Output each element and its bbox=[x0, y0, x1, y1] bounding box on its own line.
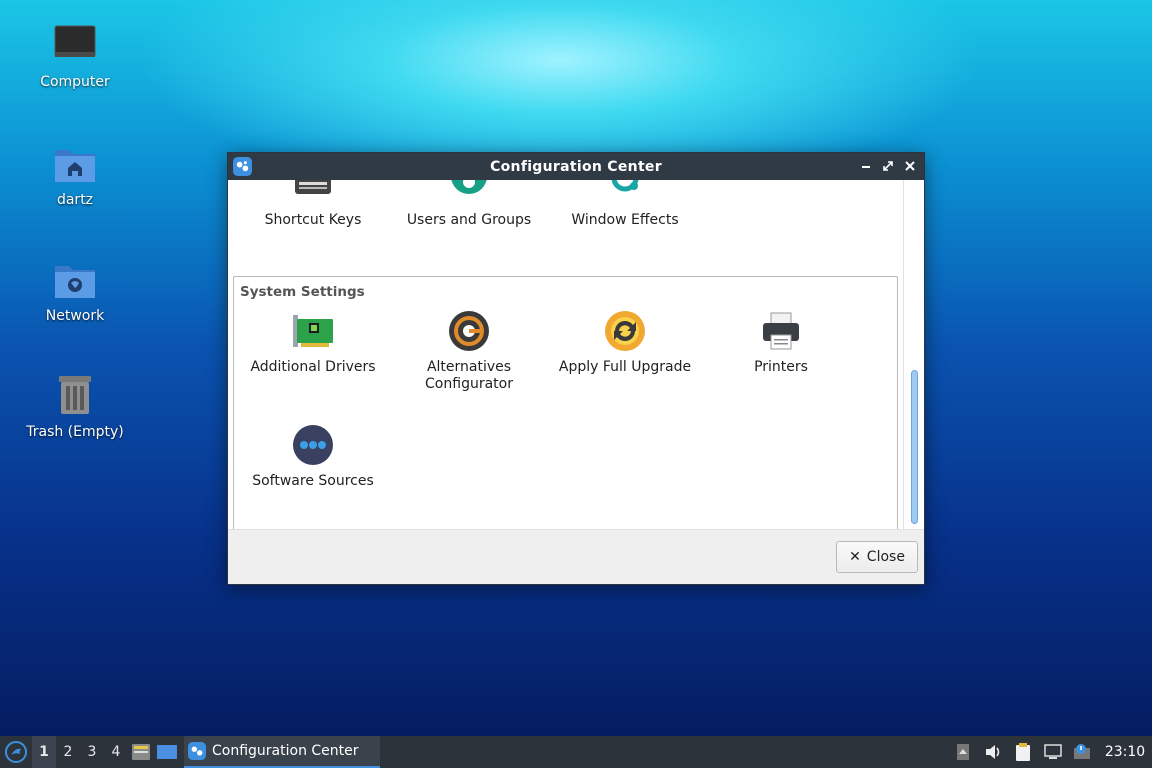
window-footer: ✕ Close bbox=[228, 529, 924, 584]
computer-icon bbox=[54, 25, 96, 57]
configuration-center-icon bbox=[233, 157, 252, 176]
desktop-icon-network[interactable]: Network bbox=[15, 256, 135, 324]
item-label: Software Sources bbox=[252, 473, 374, 489]
divider bbox=[903, 180, 904, 531]
item-label: Users and Groups bbox=[406, 212, 532, 228]
network-button[interactable] bbox=[1038, 736, 1068, 768]
item-users-and-groups[interactable]: Users and Groups bbox=[394, 180, 544, 229]
item-label: Printers bbox=[754, 359, 808, 375]
taskbar: 1 2 3 4 Configuration Center 23:10 bbox=[0, 736, 1152, 768]
minimize-icon bbox=[862, 166, 870, 168]
desktop-icon-label: Trash (Empty) bbox=[26, 424, 124, 440]
window-effects-icon bbox=[611, 180, 639, 192]
trash-icon bbox=[59, 376, 91, 414]
desktop-icon-label: dartz bbox=[56, 192, 94, 208]
item-alternatives-configurator[interactable]: Alternatives Configurator bbox=[394, 309, 544, 393]
home-folder-icon bbox=[55, 150, 95, 182]
software-sources-icon bbox=[293, 425, 333, 465]
close-icon: ✕ bbox=[849, 549, 861, 565]
item-label: Additional Drivers bbox=[250, 359, 376, 375]
network-icon bbox=[1044, 744, 1062, 759]
settings-panel[interactable]: Shortcut Keys Users and Groups Window Ef… bbox=[228, 180, 924, 531]
keyboard-icon bbox=[295, 180, 331, 194]
file-manager-launcher[interactable] bbox=[128, 736, 154, 768]
close-window-button[interactable] bbox=[902, 158, 918, 174]
configuration-center-window: Configuration Center Shortcut Keys Users… bbox=[227, 152, 925, 585]
desktop-icon-computer[interactable]: Computer bbox=[15, 22, 135, 90]
clipboard-button[interactable] bbox=[1008, 736, 1038, 768]
minimize-button[interactable] bbox=[858, 158, 874, 174]
volume-button[interactable] bbox=[978, 736, 1008, 768]
item-label: Alternatives Configurator bbox=[425, 359, 513, 392]
desktop-icon-label: Computer bbox=[40, 74, 110, 90]
desktop-icon-trash[interactable]: Trash (Empty) bbox=[15, 372, 135, 440]
vertical-scrollbar[interactable] bbox=[911, 370, 918, 524]
configuration-center-icon bbox=[188, 742, 206, 760]
alternatives-icon bbox=[449, 311, 489, 351]
users-icon bbox=[451, 180, 487, 194]
tray-expand-button[interactable] bbox=[948, 736, 978, 768]
clipboard-icon bbox=[1016, 743, 1030, 761]
network-folder-icon bbox=[55, 266, 95, 298]
close-button-label: Close bbox=[866, 549, 905, 565]
window-title: Configuration Center bbox=[490, 158, 662, 175]
hardware-card-icon bbox=[293, 315, 333, 347]
task-configuration-center[interactable]: Configuration Center bbox=[184, 736, 380, 768]
item-additional-drivers[interactable]: Additional Drivers bbox=[238, 309, 388, 376]
item-shortcut-keys[interactable]: Shortcut Keys bbox=[238, 180, 388, 229]
workspace-2[interactable]: 2 bbox=[56, 744, 80, 760]
system-tray: 23:10 bbox=[948, 736, 1152, 768]
workspace-4[interactable]: 4 bbox=[104, 744, 128, 760]
item-label: Shortcut Keys bbox=[264, 212, 362, 228]
item-printers[interactable]: Printers bbox=[706, 309, 856, 376]
window-titlebar[interactable]: Configuration Center bbox=[228, 153, 924, 180]
task-label: Configuration Center bbox=[212, 743, 359, 759]
item-label: Window Effects bbox=[571, 212, 679, 228]
notification-button[interactable] bbox=[1068, 736, 1098, 768]
item-apply-full-upgrade[interactable]: Apply Full Upgrade bbox=[550, 309, 700, 376]
item-software-sources[interactable]: Software Sources bbox=[238, 423, 388, 490]
chevron-up-icon bbox=[957, 744, 969, 760]
update-notifier-icon bbox=[1074, 744, 1090, 759]
close-button[interactable]: ✕ Close bbox=[836, 541, 918, 573]
desktop-icon-label: Network bbox=[45, 308, 105, 324]
show-desktop-button[interactable] bbox=[154, 736, 180, 768]
workspace-1[interactable]: 1 bbox=[32, 736, 56, 768]
start-menu-button[interactable] bbox=[0, 736, 32, 768]
file-manager-icon bbox=[132, 744, 150, 760]
item-window-effects[interactable]: Window Effects bbox=[550, 180, 700, 229]
close-icon bbox=[905, 161, 915, 171]
upgrade-icon bbox=[605, 311, 645, 351]
maximize-icon bbox=[883, 161, 893, 171]
lubuntu-logo-icon bbox=[5, 741, 27, 763]
desktop-icon-home[interactable]: dartz bbox=[15, 140, 135, 208]
printer-icon bbox=[763, 312, 799, 350]
maximize-button[interactable] bbox=[880, 158, 896, 174]
volume-icon bbox=[986, 745, 1000, 759]
item-label: Apply Full Upgrade bbox=[558, 359, 692, 375]
clock[interactable]: 23:10 bbox=[1098, 744, 1152, 760]
group-title: System Settings bbox=[240, 284, 365, 300]
desktop-icon bbox=[157, 745, 177, 759]
workspace-3[interactable]: 3 bbox=[80, 744, 104, 760]
